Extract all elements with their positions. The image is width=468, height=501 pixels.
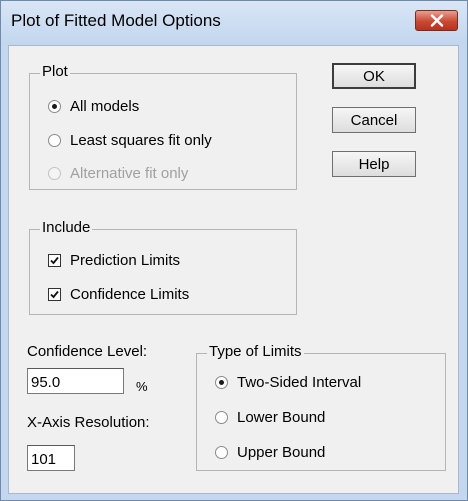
title-bar[interactable]: Plot of Fitted Model Options [1, 1, 467, 45]
radio-two-sided-interval-label: Two-Sided Interval [237, 373, 362, 391]
include-group-legend: Include [40, 219, 93, 236]
confidence-level-input[interactable] [27, 368, 124, 394]
radio-alternative-fit: Alternative fit only [48, 163, 188, 183]
radio-button-icon [48, 133, 61, 147]
radio-button-icon [48, 166, 61, 180]
checkbox-prediction-limits[interactable]: Prediction Limits [48, 250, 180, 270]
x-axis-resolution-input[interactable] [27, 445, 75, 471]
radio-all-models[interactable]: All models [48, 96, 139, 116]
help-button[interactable]: Help [332, 151, 416, 177]
radio-two-sided-interval[interactable]: Two-Sided Interval [215, 372, 361, 392]
x-axis-resolution-label: X-Axis Resolution: [27, 414, 150, 431]
close-icon [430, 14, 444, 27]
radio-least-squares-label: Least squares fit only [70, 131, 212, 149]
radio-least-squares[interactable]: Least squares fit only [48, 130, 212, 150]
confidence-level-unit: % [136, 379, 148, 394]
close-button[interactable] [415, 10, 458, 31]
radio-lower-bound-label: Lower Bound [237, 408, 326, 426]
limits-group: Type of Limits Two-Sided Interval Lower … [196, 343, 446, 471]
checkbox-confidence-limits[interactable]: Confidence Limits [48, 284, 189, 304]
checkbox-prediction-limits-label: Prediction Limits [70, 251, 181, 269]
plot-group-legend: Plot [40, 63, 70, 80]
radio-all-models-label: All models [70, 97, 140, 115]
cancel-button[interactable]: Cancel [332, 107, 416, 133]
limits-group-legend: Type of Limits [207, 343, 304, 360]
radio-button-icon [215, 445, 228, 459]
dialog-body: Plot All models Least squares fit only A… [8, 45, 459, 494]
radio-upper-bound[interactable]: Upper Bound [215, 442, 325, 462]
plot-group: Plot All models Least squares fit only A… [29, 63, 297, 190]
radio-alternative-fit-label: Alternative fit only [70, 164, 189, 182]
include-group: Include Prediction Limits Confidence Lim… [29, 219, 297, 315]
radio-lower-bound[interactable]: Lower Bound [215, 407, 325, 427]
checkbox-checked-icon [48, 253, 61, 267]
dialog-window: Plot of Fitted Model Options Plot All mo… [0, 0, 468, 501]
radio-upper-bound-label: Upper Bound [237, 443, 326, 461]
checkbox-checked-icon [48, 287, 61, 301]
radio-button-icon [48, 99, 61, 113]
radio-button-icon [215, 375, 228, 389]
checkbox-confidence-limits-label: Confidence Limits [70, 285, 190, 303]
ok-button[interactable]: OK [332, 63, 416, 89]
window-title: Plot of Fitted Model Options [11, 11, 221, 30]
radio-button-icon [215, 410, 228, 424]
confidence-level-label: Confidence Level: [27, 343, 148, 360]
